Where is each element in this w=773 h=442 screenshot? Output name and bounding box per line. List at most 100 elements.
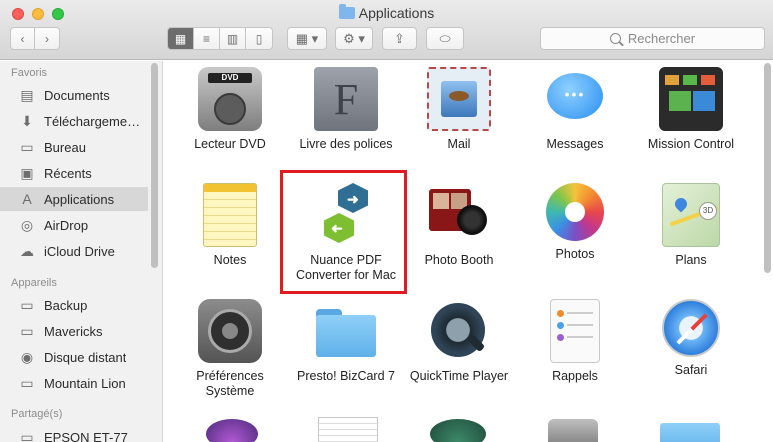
sidebar-item-applications[interactable]: A Applications	[0, 187, 148, 211]
sidebar-item-downloads[interactable]: ⬇ Téléchargeme…	[0, 109, 148, 133]
sidebar-item-desktop[interactable]: ▭ Bureau	[0, 135, 148, 159]
app-safari[interactable]: Safari	[633, 299, 749, 378]
mission-control-icon	[659, 67, 723, 131]
app-livre-des-polices[interactable]: F Livre des polices	[288, 67, 404, 152]
sidebar-item-mavericks[interactable]: ▭ Mavericks	[0, 319, 148, 343]
sidebar-scrollbar[interactable]	[151, 63, 158, 268]
app-label: Messages	[546, 137, 604, 151]
app-messages[interactable]: ••• Messages	[517, 67, 633, 152]
utilities-folder-icon[interactable]	[660, 423, 720, 442]
photo-booth-icon	[427, 183, 491, 247]
app-label: Livre des polices	[299, 137, 393, 151]
sidebar-item-backup[interactable]: ▭ Backup	[0, 293, 148, 317]
window-title-label: Applications	[358, 5, 435, 21]
documents-icon: ▤	[20, 86, 34, 103]
tag-button[interactable]: ⬭	[426, 27, 464, 50]
search-field[interactable]: Rechercher	[540, 27, 765, 50]
maps-icon: 3D	[662, 183, 720, 247]
disk-icon: ▭	[20, 374, 34, 391]
recents-icon: ▣	[20, 164, 34, 181]
folder-icon	[314, 299, 378, 363]
app-lecteur-dvd[interactable]: DVD Lecteur DVD	[172, 67, 288, 152]
desktop-icon: ▭	[20, 138, 34, 155]
sidebar-item-label: Documents	[44, 87, 110, 103]
sidebar-item-disque-distant[interactable]: ◉ Disque distant	[0, 345, 148, 369]
share-button[interactable]: ⇪	[382, 27, 417, 50]
main-scrollbar[interactable]	[764, 63, 771, 273]
image-capture-icon[interactable]	[548, 419, 598, 442]
applications-icon: A	[22, 191, 32, 207]
arrange-button[interactable]: ▦ ▾	[287, 27, 327, 50]
notes-icon	[203, 183, 257, 247]
sidebar: Favoris ▤ Documents ⬇ Téléchargeme… ▭ Bu…	[0, 61, 163, 442]
network-icon: ▭	[20, 428, 34, 442]
app-label: QuickTime Player	[409, 369, 509, 383]
app-plans[interactable]: 3D Plans	[633, 183, 749, 268]
partages-header: Partagé(s)	[11, 408, 63, 420]
icon-grid: DVD Lecteur DVD F Livre des polices Mail…	[164, 61, 773, 442]
arrange-icon: ▦ ▾	[295, 30, 319, 46]
icloud-icon: ☁	[20, 242, 34, 259]
sidebar-item-label: Récents	[44, 165, 92, 181]
sidebar-item-label: AirDrop	[44, 217, 89, 233]
app-label: Safari	[674, 363, 708, 377]
view-mode-group: ▦ ≡ ▥ ▯	[167, 27, 273, 50]
sidebar-item-epson[interactable]: ▭ EPSON ET-77	[0, 425, 148, 442]
app-quicktime-player[interactable]: QuickTime Player	[401, 299, 517, 384]
app-photos[interactable]: Photos	[517, 183, 633, 262]
search-placeholder: Rechercher	[627, 31, 696, 46]
app-notes[interactable]: Notes	[172, 183, 288, 268]
app-presto-bizcard[interactable]: Presto! BizCard 7	[288, 299, 404, 384]
siri-icon[interactable]	[206, 419, 258, 442]
app-label: Notes	[213, 253, 247, 267]
sidebar-item-label: Backup	[44, 297, 88, 313]
app-mission-control[interactable]: Mission Control	[633, 67, 749, 152]
time-machine-icon[interactable]	[430, 419, 486, 442]
sidebar-item-airdrop[interactable]: ◎ AirDrop	[0, 213, 148, 237]
back-forward-group: ‹ ›	[10, 27, 60, 50]
sidebar-item-label: iCloud Drive	[44, 243, 115, 259]
cover-flow-icon: ▯	[255, 31, 263, 46]
app-label: Mail	[447, 137, 471, 151]
folder-icon	[338, 4, 355, 19]
disk-icon: ▭	[20, 296, 34, 313]
back-button[interactable]: ‹	[11, 28, 36, 49]
sidebar-item-recents[interactable]: ▣ Récents	[0, 161, 148, 185]
app-label-line2: Système	[205, 384, 255, 398]
icon-view-button[interactable]: ▦	[168, 28, 194, 49]
airdrop-icon: ◎	[20, 216, 34, 233]
window-title: Applications	[0, 4, 773, 21]
action-button[interactable]: ⚙ ▾	[335, 27, 373, 50]
safari-icon	[662, 299, 720, 357]
app-preferences-systeme[interactable]: Préférences Système	[172, 299, 288, 399]
app-photo-booth[interactable]: Photo Booth	[401, 183, 517, 268]
sidebar-item-documents[interactable]: ▤ Documents	[0, 83, 148, 107]
sidebar-item-mountain-lion[interactable]: ▭ Mountain Lion	[0, 371, 148, 395]
icon-view-icon: ▦	[174, 31, 187, 46]
font-book-icon: F	[314, 67, 378, 131]
column-view-button[interactable]: ▥	[220, 28, 246, 49]
selection-highlight	[280, 170, 407, 294]
sidebar-item-icloud-drive[interactable]: ☁ iCloud Drive	[0, 239, 148, 263]
quicktime-icon	[427, 299, 491, 363]
list-view-button[interactable]: ≡	[194, 28, 220, 49]
optical-disk-icon: ◉	[20, 348, 34, 365]
app-label: Photo Booth	[424, 253, 494, 267]
photos-icon	[546, 183, 604, 241]
app-label: Mission Control	[647, 137, 735, 151]
chevron-left-icon: ‹	[20, 31, 25, 46]
gear-icon: ⚙ ▾	[343, 30, 365, 46]
app-rappels[interactable]: Rappels	[517, 299, 633, 384]
textedit-icon[interactable]	[318, 417, 378, 442]
app-mail[interactable]: Mail	[401, 67, 517, 152]
sidebar-item-label: Applications	[44, 191, 115, 207]
sidebar-item-label: Bureau	[44, 139, 86, 155]
share-icon: ⇪	[394, 30, 405, 46]
cover-flow-button[interactable]: ▯	[246, 28, 272, 49]
search-icon	[609, 33, 621, 44]
forward-button[interactable]: ›	[35, 28, 59, 49]
toolbar: Applications ‹ › ▦ ≡ ▥ ▯ ▦ ▾ ⚙ ▾ ⇪ ⬭ Rec…	[0, 0, 773, 60]
appareils-header: Appareils	[11, 277, 57, 289]
app-label-line1: Préférences	[196, 369, 264, 383]
disk-icon: ▭	[20, 322, 34, 339]
